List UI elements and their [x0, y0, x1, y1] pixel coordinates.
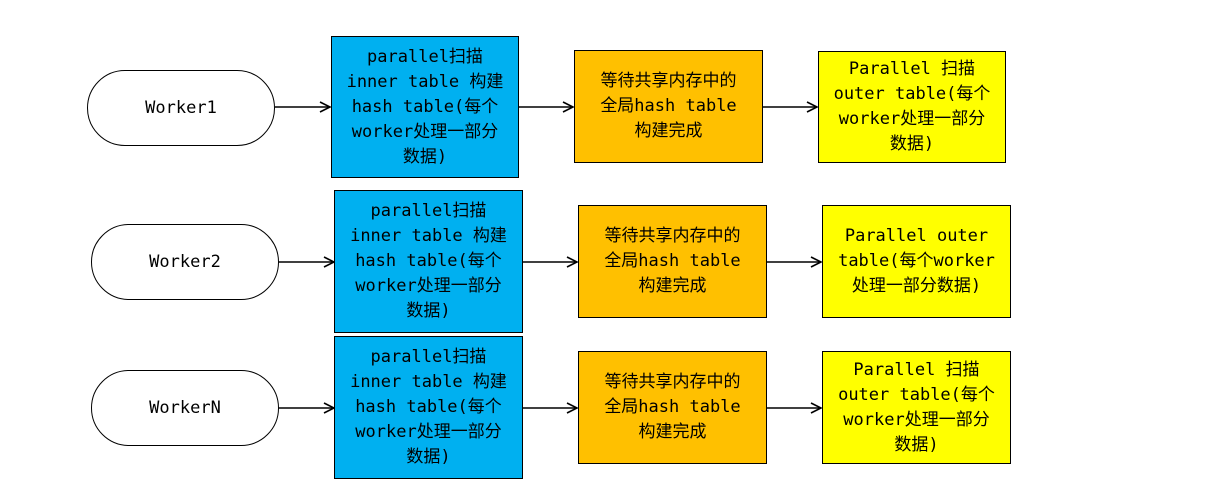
worker-node: Worker1 — [87, 70, 275, 146]
worker-node: Worker2 — [91, 224, 279, 300]
inner-scan-box: parallel扫描 inner table 构建 hash table(每个 … — [334, 190, 523, 333]
outer-scan-box: Parallel outer table(每个worker 处理一部分数据) — [822, 205, 1011, 318]
wait-hash-box: 等待共享内存中的 全局hash table 构建完成 — [574, 50, 763, 163]
worker-node: WorkerN — [91, 370, 279, 446]
inner-scan-box: parallel扫描 inner table 构建 hash table(每个 … — [331, 36, 519, 178]
outer-scan-box: Parallel 扫描 outer table(每个 worker处理一部分 数… — [818, 51, 1006, 163]
flow-diagram: Worker1 parallel扫描 inner table 构建 hash t… — [0, 0, 1216, 499]
wait-hash-box: 等待共享内存中的 全局hash table 构建完成 — [578, 351, 767, 464]
inner-scan-box: parallel扫描 inner table 构建 hash table(每个 … — [334, 336, 523, 479]
outer-scan-box: Parallel 扫描 outer table(每个 worker处理一部分 数… — [822, 351, 1011, 464]
wait-hash-box: 等待共享内存中的 全局hash table 构建完成 — [578, 205, 767, 318]
